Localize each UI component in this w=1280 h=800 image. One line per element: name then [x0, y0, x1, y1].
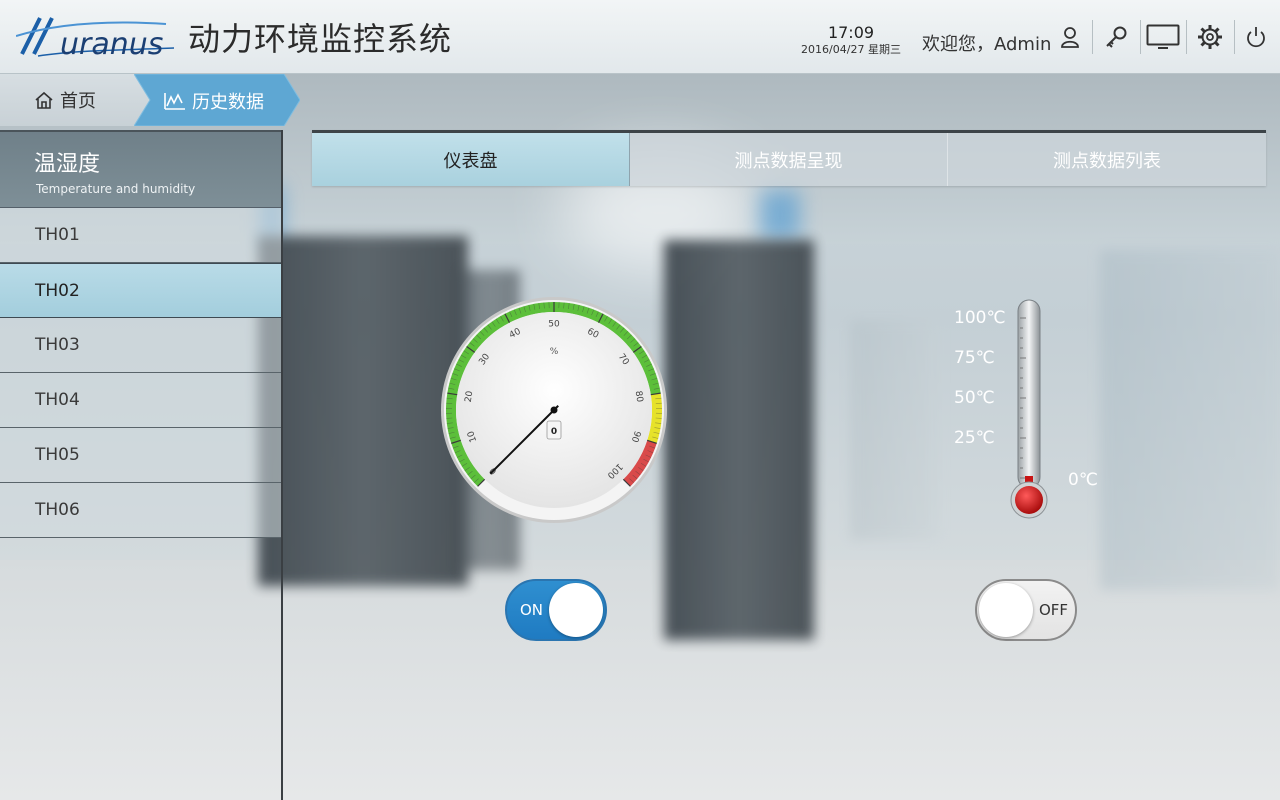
bg-rack	[664, 240, 814, 640]
breadcrumb-current-label-wrap: 历史数据	[164, 88, 264, 114]
sidebar-item-th05[interactable]: TH05	[0, 428, 281, 483]
right-toggle-label: OFF	[1038, 601, 1068, 619]
clock-date: 2016/04/27 星期三	[801, 43, 901, 56]
bg-blue-light	[760, 190, 800, 240]
thermo-label-75: 75℃	[954, 348, 995, 368]
header-divider	[1234, 20, 1235, 54]
gear-icon[interactable]	[1196, 22, 1224, 52]
bg-rack	[850, 320, 940, 540]
chart-line-icon	[164, 93, 185, 110]
header-divider	[1092, 20, 1093, 54]
sidebar-item-th01[interactable]: TH01	[0, 208, 281, 263]
sidebar-item-th03[interactable]: TH03	[0, 318, 281, 373]
gauge-tick-label: 50	[548, 320, 560, 330]
left-toggle-switch[interactable]: ON	[505, 579, 607, 641]
home-icon	[35, 91, 53, 109]
svg-text:uranus: uranus	[60, 27, 163, 62]
top-header: uranus 动力环境监控系统 17:09 2016/04/27 星期三 欢迎您…	[0, 0, 1280, 74]
left-toggle-label: ON	[520, 601, 544, 619]
right-toggle-switch[interactable]: OFF	[975, 579, 1077, 641]
sidebar-header: 温湿度 Temperature and humidity	[0, 130, 281, 208]
breadcrumb-home[interactable]: 首页	[0, 74, 150, 126]
thermo-label-25: 25℃	[954, 428, 995, 448]
breadcrumb-current-label: 历史数据	[192, 92, 264, 113]
breadcrumb-current[interactable]: 历史数据	[134, 74, 300, 126]
breadcrumb: 首页 历史数据	[0, 74, 1280, 126]
bg-rack	[1100, 250, 1280, 590]
clock-time: 17:09	[827, 23, 875, 42]
sidebar-item-th06[interactable]: TH06	[0, 483, 281, 538]
bg-rack	[258, 236, 468, 586]
left-toggle-knob	[549, 583, 603, 637]
key-icon[interactable]	[1100, 22, 1132, 52]
tab-bar: 仪表盘 测点数据呈现 测点数据列表	[312, 130, 1266, 186]
sidebar-item-th04[interactable]: TH04	[0, 373, 281, 428]
app-title: 动力环境监控系统	[188, 20, 453, 58]
breadcrumb-home-label: 首页	[60, 91, 96, 112]
uranus-logo: uranus	[15, 10, 176, 64]
power-icon[interactable]	[1244, 22, 1268, 52]
thermo-label-50: 50℃	[954, 388, 995, 408]
gauge-tick-label: 20	[464, 390, 476, 403]
tab-dashboard[interactable]: 仪表盘	[312, 133, 630, 186]
sidebar-subtitle: Temperature and humidity	[36, 182, 196, 196]
right-toggle-knob	[979, 583, 1033, 637]
thermometer-tube	[1010, 299, 1048, 519]
tab-point-data-view[interactable]: 测点数据呈现	[630, 133, 948, 186]
humidity-gauge: 0102030405060708090100 % 0	[440, 296, 668, 524]
gauge-value-text: 0	[551, 427, 557, 437]
sidebar-title: 温湿度	[34, 152, 101, 177]
gauge-needle-hub	[550, 406, 558, 414]
user-icon[interactable]	[1058, 22, 1082, 52]
thermo-label-100: 100℃	[954, 308, 1006, 328]
sidebar-list: TH01 TH02 TH03 TH04 TH05 TH06	[0, 208, 281, 538]
header-divider	[1186, 20, 1187, 54]
welcome-text: 欢迎您，Admin	[922, 34, 1052, 55]
clock: 17:09 2016/04/27 星期三	[796, 24, 906, 58]
thermo-label-0: 0℃	[1068, 470, 1098, 490]
thermometer: 100℃ 75℃ 50℃ 25℃ 0℃	[950, 296, 1100, 526]
gauge-tick-label: 80	[633, 390, 645, 403]
sidebar: 温湿度 Temperature and humidity TH01 TH02 T…	[0, 130, 283, 800]
tab-point-data-list[interactable]: 测点数据列表	[948, 133, 1266, 186]
sidebar-item-th02[interactable]: TH02	[0, 263, 281, 318]
header-divider	[1140, 20, 1141, 54]
gauge-unit: %	[550, 347, 559, 357]
monitor-icon[interactable]	[1144, 22, 1182, 52]
